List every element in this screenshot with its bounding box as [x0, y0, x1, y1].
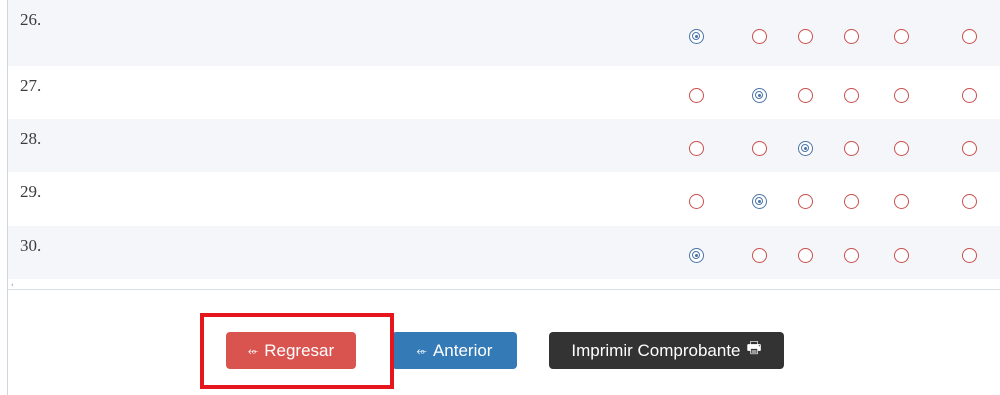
question-number: 28. [20, 129, 42, 148]
answer-radio-option-2[interactable] [752, 194, 767, 209]
answer-radio-option-1[interactable] [689, 248, 704, 263]
answer-radio-option-1[interactable] [689, 194, 704, 209]
table-row: 28. [8, 119, 1000, 172]
answer-radio-option-6[interactable] [962, 141, 977, 156]
table-row: 29. [8, 172, 1000, 226]
answer-radio-option-3[interactable] [798, 88, 813, 103]
answer-radio-option-6[interactable] [962, 194, 977, 209]
imprimir-comprobante-button[interactable]: Imprimir Comprobante 🖶 [549, 332, 784, 369]
imprimir-label: Imprimir Comprobante [571, 340, 741, 360]
questions-table[interactable]: 26. 27. 28. 29. 30. [8, 0, 1000, 290]
answer-radio-option-2[interactable] [752, 141, 767, 156]
answer-radio-option-3[interactable] [798, 248, 813, 263]
anterior-label: Anterior [432, 340, 493, 360]
answer-radio-option-2[interactable] [752, 248, 767, 263]
answer-radio-option-4[interactable] [844, 29, 859, 44]
answer-radio-option-6[interactable] [962, 29, 977, 44]
answer-radio-option-4[interactable] [844, 141, 859, 156]
answer-radio-option-1[interactable] [689, 29, 704, 44]
horizontal-scroll-indicator[interactable]: ‹ [11, 281, 14, 289]
question-number: 27. [20, 76, 42, 95]
table-row: 26. [8, 0, 1000, 66]
answer-radio-option-6[interactable] [962, 88, 977, 103]
table-row: 27. [8, 66, 1000, 119]
table-row: 30. [8, 226, 1000, 279]
answer-radio-option-3[interactable] [798, 29, 813, 44]
answer-radio-option-1[interactable] [689, 88, 704, 103]
question-number: 30. [20, 236, 42, 255]
highlight-box [200, 313, 394, 389]
answer-radio-option-2[interactable] [752, 88, 767, 103]
anterior-button[interactable]: ⬰ Anterior [392, 332, 517, 369]
answer-radio-option-5[interactable] [894, 248, 909, 263]
answer-radio-option-4[interactable] [844, 194, 859, 209]
arrow-left-icon: ⬰ [416, 342, 427, 358]
answer-radio-option-5[interactable] [894, 194, 909, 209]
answer-radio-option-5[interactable] [894, 29, 909, 44]
answer-radio-option-4[interactable] [844, 248, 859, 263]
answer-radio-option-6[interactable] [962, 248, 977, 263]
question-number: 26. [20, 10, 42, 29]
answer-radio-option-5[interactable] [894, 141, 909, 156]
answer-radio-option-5[interactable] [894, 88, 909, 103]
question-number: 29. [20, 182, 42, 201]
printer-icon: 🖶 [746, 340, 762, 357]
answer-radio-option-4[interactable] [844, 88, 859, 103]
answer-radio-option-3[interactable] [798, 141, 813, 156]
answer-radio-option-2[interactable] [752, 29, 767, 44]
answer-radio-option-3[interactable] [798, 194, 813, 209]
answer-radio-option-1[interactable] [689, 141, 704, 156]
